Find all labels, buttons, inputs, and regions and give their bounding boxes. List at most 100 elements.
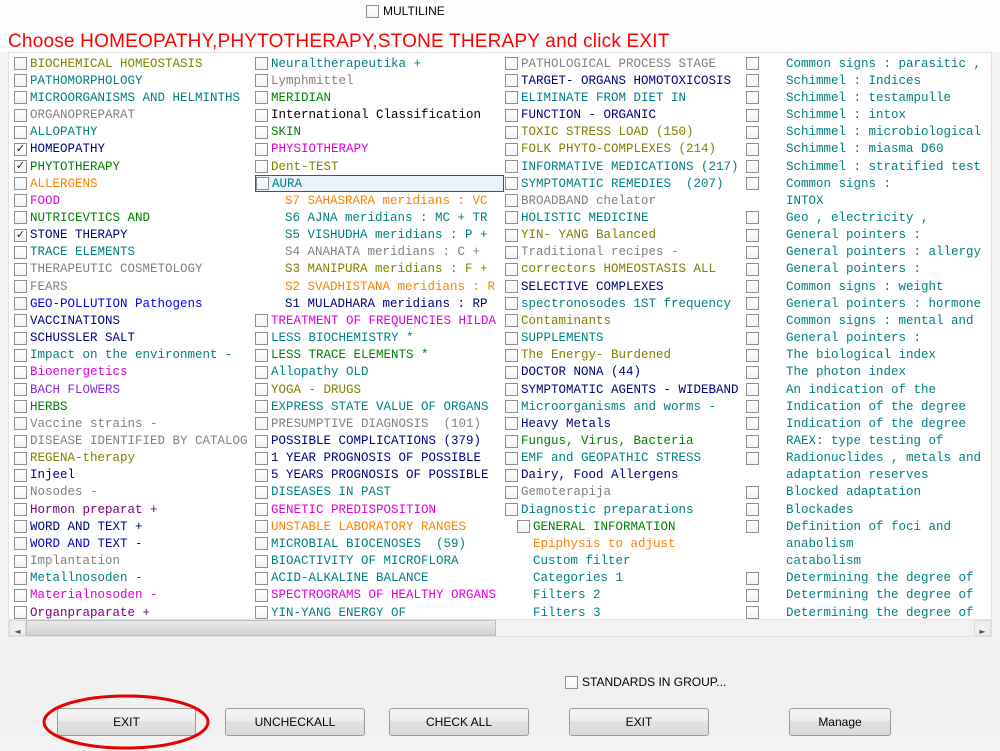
list-item-heavy-metals[interactable]: Heavy Metals [505, 415, 746, 432]
list-item-pathomorphology[interactable]: PATHOMORPHOLOGY [14, 72, 255, 89]
list-item-categories-1[interactable]: Categories 1 [505, 570, 746, 587]
checkbox-meridian[interactable] [255, 91, 268, 104]
list-item-general-pointers[interactable]: General pointers : [746, 261, 991, 278]
list-item-acid-alkaline-balance[interactable]: ACID-ALKALINE BALANCE [255, 570, 504, 587]
checkbox-unstable-laboratory-ranges[interactable] [255, 520, 268, 533]
list-item-implantation[interactable]: Implantation [14, 553, 255, 570]
checkbox-5-years-prognosis-of-possible[interactable] [255, 469, 268, 482]
checkbox-acid-alkaline-balance[interactable] [255, 572, 268, 585]
checkbox-general-pointers[interactable] [746, 263, 759, 276]
list-item-schimmel-indices[interactable]: Schimmel : Indices [746, 72, 991, 89]
list-item-materialnosoden[interactable]: Materialnosoden - [14, 587, 255, 604]
checkbox-radionuclides-metals-and[interactable] [746, 452, 759, 465]
checkbox-dent-test[interactable] [255, 160, 268, 173]
multiline-option[interactable]: MULTILINE [366, 4, 445, 18]
checkbox-traditional-recipes[interactable] [505, 246, 518, 259]
checkbox-the-photon-index[interactable] [746, 366, 759, 379]
checkbox-fungus-virus-bacteria[interactable] [505, 435, 518, 448]
list-item-general-information[interactable]: GENERAL INFORMATION [505, 518, 746, 535]
list-item-treatment-of-frequencies-hilda[interactable]: TREATMENT OF FREQUENCIES HILDA [255, 312, 504, 329]
checkbox-lymphmittel[interactable] [255, 74, 268, 87]
list-item-bioactivity-of-microflora[interactable]: BIOACTIVITY OF MICROFLORA [255, 553, 504, 570]
list-item-word-and-text[interactable]: WORD AND TEXT + [14, 518, 255, 535]
checkbox-impact-on-the-environment[interactable] [14, 349, 27, 362]
list-item-general-pointers-hormone[interactable]: General pointers : hormone [746, 295, 991, 312]
exit-button-right[interactable]: EXIT [569, 708, 709, 736]
list-item-s4-anahata-meridians-c[interactable]: S4 ANAHATA meridians : C + [255, 244, 504, 261]
list-item-presumptive-diagnosis-101[interactable]: PRESUMPTIVE DIAGNOSIS (101) [255, 415, 504, 432]
checkbox-genetic-predisposition[interactable] [255, 503, 268, 516]
checkbox-neuraltherapeutika[interactable] [255, 57, 268, 70]
list-item-1-year-prognosis-of-possible[interactable]: 1 YEAR PROGNOSIS OF POSSIBLE [255, 450, 504, 467]
checkbox-organpraparate[interactable] [14, 606, 27, 619]
list-item-food[interactable]: FOOD [14, 192, 255, 209]
checkbox-yoga-drugs[interactable] [255, 383, 268, 396]
checkbox-hormon-preparat[interactable] [14, 503, 27, 516]
list-item-blocked-adaptation[interactable]: Blocked adaptation [746, 484, 991, 501]
list-item-schimmel-stratified-test[interactable]: Schimmel : stratified test [746, 158, 991, 175]
checkbox-general-information[interactable] [517, 520, 530, 533]
list-item-homeopathy[interactable]: ✓HOMEOPATHY [14, 141, 255, 158]
checkbox-injeel[interactable] [14, 469, 27, 482]
list-item-contaminants[interactable]: Contaminants [505, 312, 746, 329]
checkbox-eliminate-from-diet-in[interactable] [505, 91, 518, 104]
list-item-s1-muladhara-meridians-rp[interactable]: S1 MULADHARA meridians : RP [255, 295, 504, 312]
list-item-common-signs[interactable]: Common signs : [746, 175, 991, 192]
list-item-intox[interactable]: INTOX [746, 192, 991, 209]
checkbox-indication-of-the-degree[interactable] [746, 417, 759, 430]
checkbox-broadband-chelator[interactable] [505, 194, 518, 207]
list-item-common-signs-parasitic[interactable]: Common signs : parasitic , [746, 55, 991, 72]
checkbox-vaccine-strains[interactable] [14, 417, 27, 430]
checkbox-word-and-text[interactable] [14, 537, 27, 550]
checkbox-bioenergetics[interactable] [14, 366, 27, 379]
list-item-herbs[interactable]: HERBS [14, 398, 255, 415]
checkbox-general-pointers-allergy[interactable] [746, 246, 759, 259]
list-item-bioenergetics[interactable]: Bioenergetics [14, 364, 255, 381]
checkbox-herbs[interactable] [14, 400, 27, 413]
list-item-regena-therapy[interactable]: REGENA-therapy [14, 450, 255, 467]
checkbox-the-biological-index[interactable] [746, 349, 759, 362]
scroll-left-button[interactable]: ◄ [9, 620, 26, 636]
checkbox-spectrograms-of-healthy-organs[interactable] [255, 589, 268, 602]
list-item-injeel[interactable]: Injeel [14, 467, 255, 484]
list-item-phytotherapy[interactable]: ✓PHYTOTHERAPY [14, 158, 255, 175]
list-item-spectronosodes-1st-frequency[interactable]: spectronosodes 1ST frequency [505, 295, 746, 312]
checkbox-allopathy[interactable] [14, 126, 27, 139]
checkbox-allergens[interactable] [14, 177, 27, 190]
list-item-diseases-in-past[interactable]: DISEASES IN PAST [255, 484, 504, 501]
list-item-anabolism[interactable]: anabolism [746, 535, 991, 552]
checkbox-toxic-stress-load-150[interactable] [505, 126, 518, 139]
checkbox-food[interactable] [14, 194, 27, 207]
list-item-geo-electricity[interactable]: Geo , electricity , [746, 209, 991, 226]
checkbox-biochemical-homeostasis[interactable] [14, 57, 27, 70]
list-item-toxic-stress-load-150[interactable]: TOXIC STRESS LOAD (150) [505, 124, 746, 141]
list-item-physiotherapy[interactable]: PHYSIOTHERAPY [255, 141, 504, 158]
list-item-indication-of-the-degree[interactable]: Indication of the degree [746, 415, 991, 432]
list-item-general-pointers[interactable]: General pointers : [746, 227, 991, 244]
checkbox-physiotherapy[interactable] [255, 143, 268, 156]
checkbox-schimmel-intox[interactable] [746, 109, 759, 122]
checkbox-organopreparat[interactable] [14, 109, 27, 122]
checkall-button[interactable]: CHECK ALL [389, 708, 529, 736]
list-item-lymphmittel[interactable]: Lymphmittel [255, 72, 504, 89]
checkbox-gemoterapija[interactable] [505, 486, 518, 499]
list-item-less-trace-elements[interactable]: LESS TRACE ELEMENTS * [255, 347, 504, 364]
list-item-function-organic[interactable]: FUNCTION - ORGANIC [505, 106, 746, 123]
list-item-determining-the-degree-of[interactable]: Determining the degree of [746, 587, 991, 604]
list-item-indication-of-the-degree[interactable]: Indication of the degree [746, 398, 991, 415]
list-item-possible-complications-379[interactable]: POSSIBLE COMPLICATIONS (379) [255, 432, 504, 449]
list-item-informative-medications-217[interactable]: INFORMATIVE MEDICATIONS (217) [505, 158, 746, 175]
checkbox-function-organic[interactable] [505, 109, 518, 122]
list-item-target-organs-homotoxicosis[interactable]: TARGET- ORGANS HOMOTOXICOSIS [505, 72, 746, 89]
list-item-schussler-salt[interactable]: SCHUSSLER SALT [14, 330, 255, 347]
list-item-the-energy-burdened[interactable]: The Energy- Burdened [505, 347, 746, 364]
list-item-genetic-predisposition[interactable]: GENETIC PREDISPOSITION [255, 501, 504, 518]
list-item-stone-therapy[interactable]: ✓STONE THERAPY [14, 227, 255, 244]
list-item-selective-complexes[interactable]: SELECTIVE COMPLEXES [505, 278, 746, 295]
list-item-fungus-virus-bacteria[interactable]: Fungus, Virus, Bacteria [505, 432, 746, 449]
checkbox-presumptive-diagnosis-101[interactable] [255, 417, 268, 430]
standards-in-group-option[interactable]: STANDARDS IN GROUP... [565, 675, 726, 689]
checkbox-less-trace-elements[interactable] [255, 349, 268, 362]
checkbox-indication-of-the-degree[interactable] [746, 400, 759, 413]
checkbox-regena-therapy[interactable] [14, 452, 27, 465]
